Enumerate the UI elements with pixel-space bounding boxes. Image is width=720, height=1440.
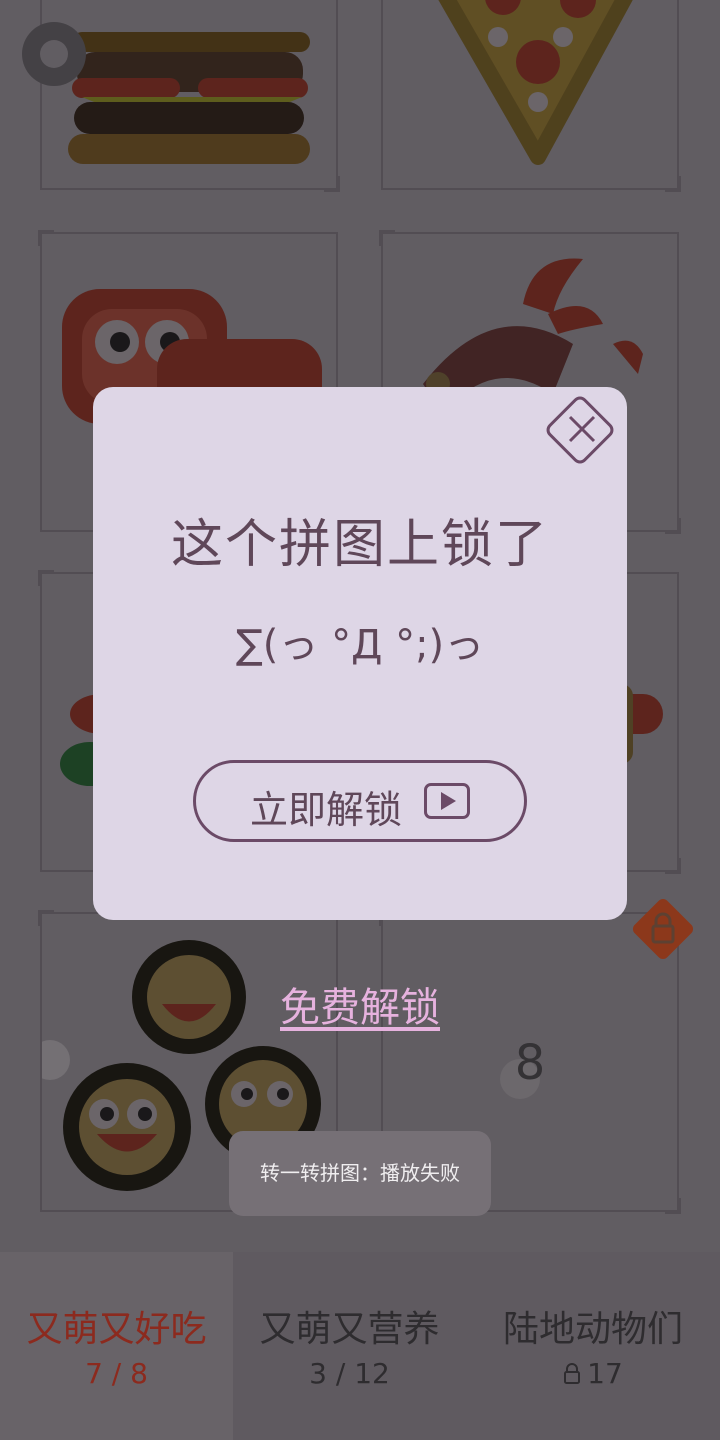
tab-progress: 3 / 12 [309,1357,390,1390]
dialog-kaomoji: ∑(っ °Д °;)っ [235,622,485,668]
tab-cute-nutritious[interactable]: 又萌又营养 3 / 12 [233,1252,466,1440]
tab-unlock-count: 17 [587,1357,623,1390]
category-tabbar: 又萌又好吃 7 / 8 又萌又营养 3 / 12 陆地动物们 17 [0,1252,720,1440]
tab-progress: 7 / 8 [85,1357,148,1390]
tab-label: 又萌又营养 [259,1309,440,1350]
tab-cute-tasty[interactable]: 又萌又好吃 7 / 8 [0,1252,233,1440]
tab-land-animals[interactable]: 陆地动物们 17 [466,1252,720,1440]
play-video-icon [424,783,470,819]
unlock-now-label: 立即解锁 [250,788,403,832]
tab-label: 陆地动物们 [502,1309,683,1350]
unlock-now-button[interactable]: 立即解锁 [193,760,527,842]
tab-progress-locked: 17 [466,1357,720,1390]
free-unlock-link[interactable]: 免费解锁 [0,975,720,1033]
tab-label: 又萌又好吃 [26,1309,207,1350]
lock-icon [564,1363,581,1384]
dialog-title: 这个拼图上锁了 [170,515,549,575]
close-icon[interactable] [557,405,607,455]
toast-message: 转一转拼图：播放失败 [229,1131,491,1216]
locked-puzzle-dialog: 这个拼图上锁了 ∑(っ °Д °;)っ 立即解锁 [93,387,627,920]
